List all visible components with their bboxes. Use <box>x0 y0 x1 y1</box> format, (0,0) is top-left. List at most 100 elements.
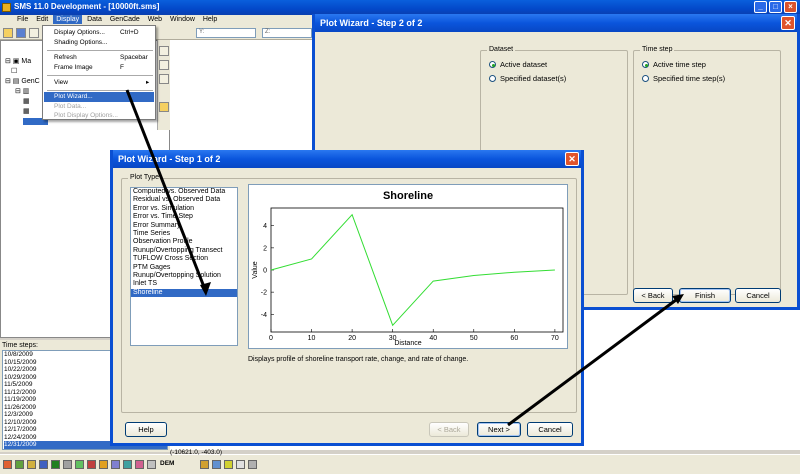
tool-icon-b[interactable] <box>224 460 233 469</box>
list-item[interactable]: Computed vs. Observed Data <box>131 188 237 196</box>
y-tick-label: 4 <box>263 223 267 230</box>
plot-type-group-label: Plot Type <box>128 174 162 181</box>
radio-icon <box>489 75 496 82</box>
list-item[interactable]: Error vs. Simulation <box>131 205 237 213</box>
list-item[interactable]: Error vs. Time Step <box>131 213 237 221</box>
tool-icon-c[interactable] <box>236 460 245 469</box>
radio-specified-time-step[interactable]: Specified time step(s) <box>642 74 725 83</box>
menu-item-view[interactable]: View ▸ <box>44 78 154 88</box>
grid-icon[interactable] <box>39 460 48 469</box>
back-button: < Back <box>429 422 469 437</box>
radio-selected-icon <box>642 61 649 68</box>
particle-icon[interactable] <box>87 460 96 469</box>
y-tick-label: 0 <box>263 268 267 275</box>
menu-help[interactable]: Help <box>200 15 220 24</box>
tool-icon-a[interactable] <box>212 460 221 469</box>
status-toolbar: DEM <box>0 454 800 474</box>
x-tick-label: 20 <box>348 335 356 342</box>
pan-tool-icon[interactable] <box>159 74 169 84</box>
menu-item-plot-display-options: Plot Display Options... <box>54 112 118 119</box>
menu-item-frame-image[interactable]: Frame Image F <box>44 63 154 73</box>
list-item[interactable]: Residual vs. Observed Data <box>131 196 237 204</box>
map-icon[interactable] <box>75 460 84 469</box>
menu-separator <box>47 90 153 91</box>
menu-file[interactable]: File <box>14 15 31 24</box>
list-item[interactable]: Observation Profile <box>131 238 237 246</box>
list-item[interactable]: TUFLOW Cross Section <box>131 255 237 263</box>
help-button[interactable]: Help <box>125 422 167 437</box>
menu-web[interactable]: Web <box>145 15 165 24</box>
maximize-button[interactable]: □ <box>769 1 782 13</box>
menu-display[interactable]: Display <box>53 15 83 24</box>
plot-description: Displays profile of shoreline transport … <box>248 356 469 363</box>
dialog-close-button[interactable]: ✕ <box>565 152 579 166</box>
menu-item-plot-wizard[interactable]: Plot Wizard... <box>44 92 154 102</box>
chart-title: Shoreline <box>383 190 433 202</box>
quadtree-icon[interactable] <box>123 460 132 469</box>
select-tool-icon[interactable] <box>159 102 169 112</box>
z-coordinate-field[interactable]: Z: <box>262 28 312 38</box>
radio-selected-icon <box>489 61 496 68</box>
gis-icon[interactable] <box>99 460 108 469</box>
menu-item-refresh[interactable]: Refresh Spacebar <box>44 53 154 63</box>
list-item[interactable]: Error Summary <box>131 222 237 230</box>
radio-active-dataset[interactable]: Active dataset <box>489 60 547 69</box>
list-item[interactable]: PTM Gages <box>131 264 237 272</box>
menu-separator <box>47 50 153 51</box>
radio-active-time-step[interactable]: Active time step <box>642 60 706 69</box>
tool-palette <box>157 40 170 130</box>
dialog-close-button[interactable]: ✕ <box>781 16 795 30</box>
y-coordinate-field[interactable]: Y: <box>196 28 256 38</box>
rotate-tool-icon[interactable] <box>159 60 169 70</box>
zoom-tool-icon[interactable] <box>159 46 169 56</box>
raster-icon[interactable] <box>135 460 144 469</box>
select-icon[interactable] <box>3 460 12 469</box>
next-button[interactable]: Next > <box>477 422 521 437</box>
radio-icon <box>642 75 649 82</box>
tree-icon[interactable] <box>15 460 24 469</box>
time-steps-label: Time steps: <box>2 342 38 349</box>
plot-type-list[interactable]: Computed vs. Observed Data Residual vs. … <box>130 187 238 346</box>
main-title-bar: SMS 11.0 Development - [10000ft.sms] _ □… <box>0 0 800 15</box>
radio-specified-dataset[interactable]: Specified dataset(s) <box>489 74 566 83</box>
pointer-icon[interactable] <box>200 460 209 469</box>
menu-separator <box>47 75 153 76</box>
print-icon[interactable] <box>29 28 39 38</box>
x-tick-label: 40 <box>429 335 437 342</box>
shoreline-series-line <box>270 213 555 327</box>
back-button[interactable]: < Back <box>633 288 673 303</box>
minimize-button[interactable]: _ <box>754 1 767 13</box>
menu-item-shading-options[interactable]: Shading Options... <box>44 38 154 48</box>
cartesian-icon[interactable] <box>111 460 120 469</box>
timestep-group-label: Time step <box>640 46 675 53</box>
list-item-selected[interactable]: Shoreline <box>131 288 237 298</box>
cancel-button[interactable]: Cancel <box>735 288 781 303</box>
menu-window[interactable]: Window <box>167 15 198 24</box>
window-title: SMS 11.0 Development - [10000ft.sms] <box>14 2 160 11</box>
open-icon[interactable] <box>3 28 13 38</box>
house-icon[interactable] <box>27 460 36 469</box>
menu-item-display-options[interactable]: Display Options... Ctrl+D <box>44 28 154 38</box>
menu-data[interactable]: Data <box>84 15 105 24</box>
x-tick-label: 70 <box>551 335 559 342</box>
x-tick-label: 60 <box>510 335 518 342</box>
menu-gencade[interactable]: GenCade <box>107 15 143 24</box>
menu-edit[interactable]: Edit <box>33 15 51 24</box>
scatter-icon[interactable] <box>63 460 72 469</box>
submenu-arrow-icon: ▸ <box>146 79 150 86</box>
save-icon[interactable] <box>16 28 26 38</box>
plot-wizard-step1-dialog: Plot Wizard - Step 1 of 2 ✕ Plot Type Co… <box>110 150 584 446</box>
close-button[interactable]: × <box>784 1 797 13</box>
list-item[interactable]: Time Series <box>131 230 237 238</box>
shoreline-chart: Shoreline -4-2024 0 10 20 30 40 50 60 70 Distan… <box>252 190 564 347</box>
list-item[interactable]: Runup/Overtopping Transect <box>131 247 237 255</box>
finish-button[interactable]: Finish <box>679 288 731 303</box>
cancel-button[interactable]: Cancel <box>527 422 573 437</box>
list-item[interactable]: Inlet TS <box>131 280 237 288</box>
mesh-icon[interactable] <box>51 460 60 469</box>
tool-icon-d[interactable] <box>248 460 257 469</box>
coverage-icon[interactable] <box>147 460 156 469</box>
app-icon <box>2 3 11 12</box>
x-tick-label: 50 <box>470 335 478 342</box>
list-item[interactable]: Runup/Overtopping Solution <box>131 272 237 280</box>
